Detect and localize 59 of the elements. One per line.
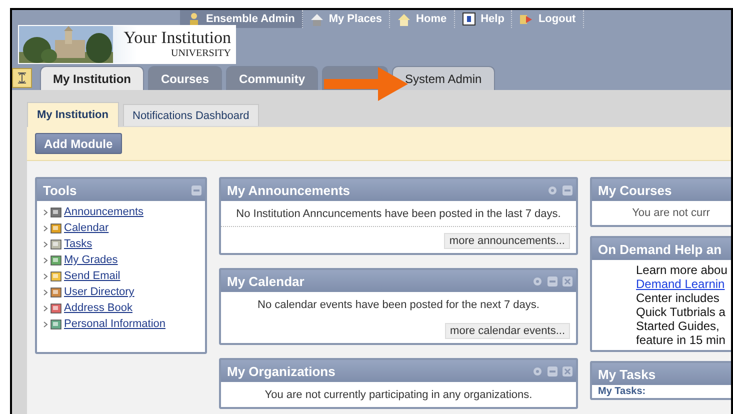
chevron-icon: [43, 272, 48, 280]
main-tab[interactable]: System Admin: [392, 66, 495, 90]
module-message: No calendar events have been posted for the next 7 days.: [256, 298, 540, 313]
tool-link[interactable]: User Directory: [64, 286, 134, 298]
chevron-icon: [43, 256, 48, 264]
sub-tab[interactable]: Notifications Dashboard: [122, 104, 260, 126]
close-icon[interactable]: [562, 366, 573, 376]
tool-link[interactable]: Announcements: [64, 206, 144, 218]
panel-title: Tools: [43, 182, 78, 198]
panel-title: My Courses: [598, 182, 673, 198]
settings-icon[interactable]: [547, 184, 558, 196]
settings-icon[interactable]: [532, 276, 543, 286]
expand-toggle-icon[interactable]: [12, 68, 32, 88]
panel-title: My Calendar: [227, 274, 306, 288]
nav-link[interactable]: Ensemble Admin: [180, 10, 303, 28]
module-text: feature in 15 min: [636, 333, 726, 347]
minimize-icon[interactable]: [547, 276, 558, 286]
module-text: My Tasks:: [598, 386, 646, 398]
tool-link[interactable]: Address Book: [64, 302, 132, 314]
tool-link[interactable]: Calendar: [64, 222, 109, 234]
more-button[interactable]: more calendar events...: [445, 323, 570, 339]
chevron-icon: [43, 240, 48, 248]
chevron-icon: [43, 288, 48, 296]
house-icon: [397, 12, 412, 26]
chevron-icon: [43, 224, 48, 232]
chevron-icon: [43, 208, 48, 216]
panel-title: My Organizations: [227, 364, 336, 378]
module-text: Quick Tutbrials a: [636, 305, 726, 319]
learning-center-link[interactable]: Demand Learnin: [636, 277, 725, 291]
module-text: Center includes: [636, 291, 720, 305]
tool-link[interactable]: Tasks: [64, 238, 92, 250]
door-arrow-icon: [519, 12, 534, 26]
main-tab[interactable]: Community: [226, 66, 318, 90]
minimize-icon[interactable]: [547, 366, 558, 376]
tool-link[interactable]: Send Email: [64, 270, 120, 282]
module-text: You are not curr: [632, 206, 710, 220]
minimize-icon[interactable]: [191, 184, 202, 196]
close-icon[interactable]: [562, 276, 573, 286]
minimize-icon[interactable]: [562, 184, 573, 196]
module-text: Learn more abou: [636, 263, 728, 277]
panel-title: On Demand Help an: [598, 242, 723, 256]
panel-title: My Tasks: [598, 366, 657, 382]
settings-icon[interactable]: [532, 366, 543, 376]
module-message: You are not currently participating in any organizations.: [264, 388, 534, 403]
chevron-icon: [43, 304, 48, 312]
institution-name: Your Institution: [124, 29, 231, 47]
more-button[interactable]: more announcements...: [444, 233, 570, 249]
help-icon: [462, 12, 476, 26]
module-text: Started Guides,: [636, 319, 720, 333]
chevron-icon: [43, 320, 48, 328]
add-module-button[interactable]: Add Module: [35, 133, 122, 154]
panel-title: My Announcements: [227, 182, 352, 198]
institution-subtitle: UNIVERSITY: [171, 47, 231, 60]
tool-link[interactable]: Personal Information: [64, 318, 166, 330]
tool-link[interactable]: My Grades: [64, 254, 118, 266]
sub-tab[interactable]: My Institution: [27, 102, 118, 127]
module-message: No Institution Anncuncements have been posted in the last 7 days.: [235, 207, 562, 222]
main-tab[interactable]: My Institution: [40, 66, 144, 90]
main-tab[interactable]: Courses: [148, 66, 222, 90]
